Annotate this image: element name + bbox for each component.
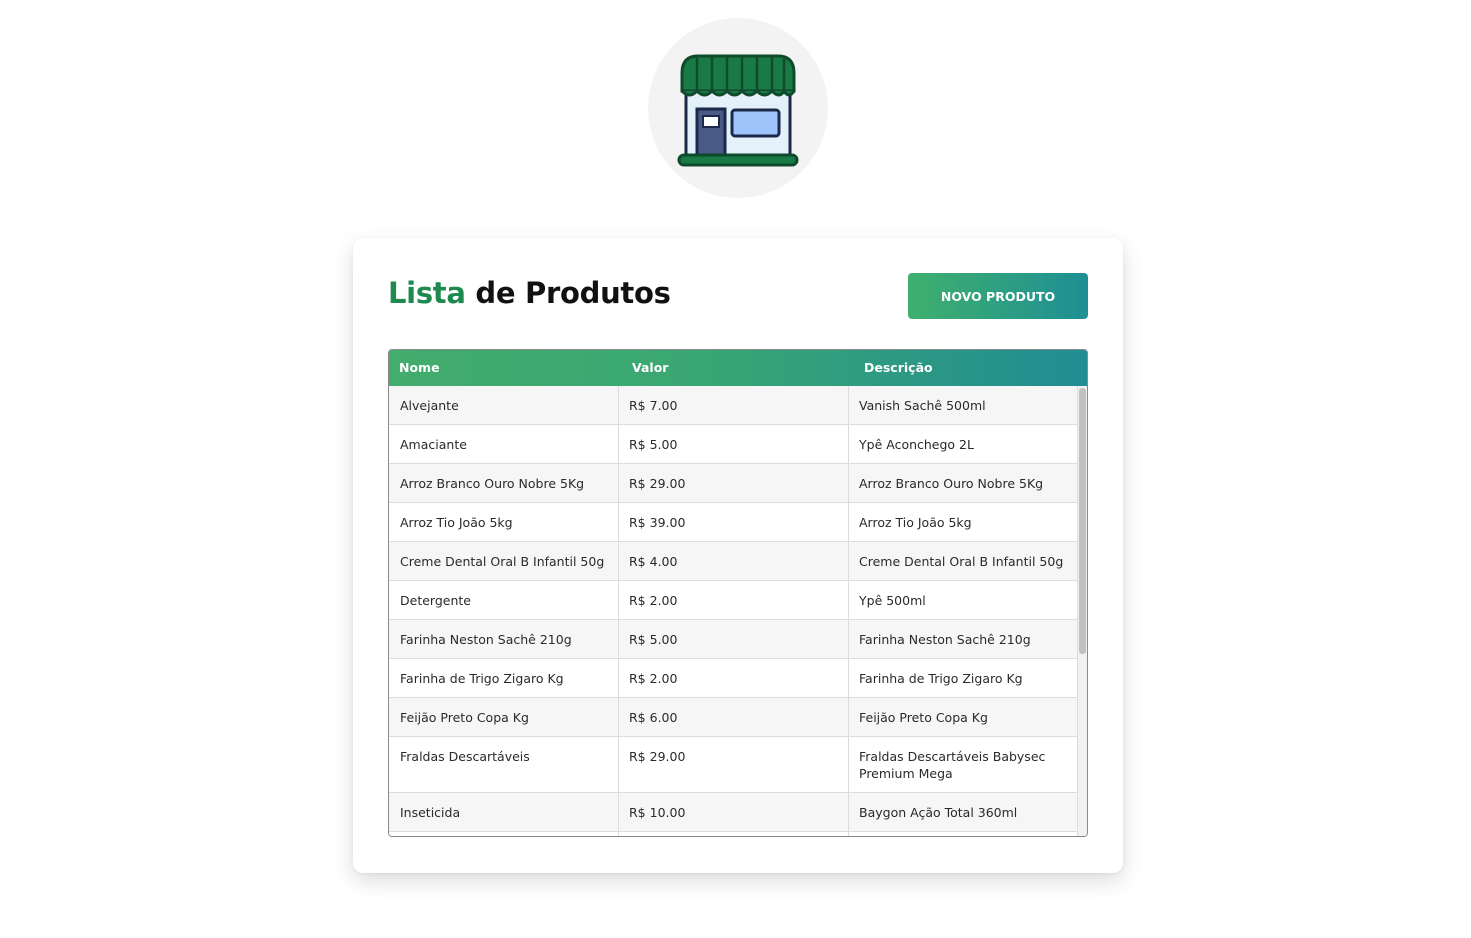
cell-nome: Feijão Preto Copa Kg <box>389 698 619 736</box>
cell-nome: Creme Dental Oral B Infantil 50g <box>389 542 619 580</box>
cell-nome <box>389 832 619 836</box>
store-logo <box>648 18 828 198</box>
table-row[interactable]: Arroz Branco Ouro Nobre 5Kg R$ 29.00 Arroz… <box>389 464 1078 503</box>
cell-descricao: Arroz Tio João 5kg <box>849 503 1078 541</box>
cell-descricao: Ypê 500ml <box>849 581 1078 619</box>
table-scrollbar[interactable] <box>1078 386 1087 836</box>
cell-valor: R$ 10.00 <box>619 793 849 831</box>
cell-valor: R$ 7.00 <box>619 386 849 424</box>
page-title-rest: de Produtos <box>475 276 671 310</box>
cell-descricao: Farinha de Trigo Zigaro Kg <box>849 659 1078 697</box>
cell-nome: Alvejante <box>389 386 619 424</box>
cell-nome: Arroz Branco Ouro Nobre 5Kg <box>389 464 619 502</box>
products-table: Nome Valor Descrição Alvejante R$ 7.00 Van… <box>388 349 1088 837</box>
cell-descricao: Baygon Ação Total 360ml <box>849 793 1078 831</box>
column-header-nome[interactable]: Nome <box>399 350 440 386</box>
cell-descricao <box>849 832 1078 836</box>
table-row[interactable]: Creme Dental Oral B Infantil 50g R$ 4.00 C… <box>389 542 1078 581</box>
cell-nome: Inseticida <box>389 793 619 831</box>
table-body[interactable]: Alvejante R$ 7.00 Vanish Sachê 500ml Amacia… <box>389 386 1078 836</box>
cell-descricao: Feijão Preto Copa Kg <box>849 698 1078 736</box>
table-row[interactable]: Inseticida R$ 10.00 Baygon Ação Total 360m… <box>389 793 1078 832</box>
product-list-card: Lista de Produtos NOVO PRODUTO Nome Valo… <box>353 238 1123 873</box>
cell-nome: Fraldas Descartáveis <box>389 737 619 792</box>
cell-nome: Arroz Tio João 5kg <box>389 503 619 541</box>
table-row[interactable]: Arroz Tio João 5kg R$ 39.00 Arroz Tio João… <box>389 503 1078 542</box>
scrollbar-thumb[interactable] <box>1079 388 1086 654</box>
cell-nome: Amaciante <box>389 425 619 463</box>
new-product-button[interactable]: NOVO PRODUTO <box>908 273 1088 319</box>
cell-valor: R$ 4.00 <box>619 542 849 580</box>
cell-valor: R$ 29.00 <box>619 737 849 792</box>
cell-valor: R$ 39.00 <box>619 503 849 541</box>
cell-nome: Farinha Neston Sachê 210g <box>389 620 619 658</box>
cell-descricao: Fraldas Descartáveis Babysec Premium Meg… <box>849 737 1078 792</box>
column-header-valor[interactable]: Valor <box>632 350 668 386</box>
table-header: Nome Valor Descrição <box>389 350 1087 386</box>
storefront-icon <box>677 54 799 167</box>
cell-descricao: Arroz Branco Ouro Nobre 5Kg <box>849 464 1078 502</box>
cell-valor: R$ 2.00 <box>619 659 849 697</box>
cell-valor: R$ 5.00 <box>619 620 849 658</box>
page-title: Lista de Produtos <box>388 276 671 310</box>
cell-valor: R$ 2.00 <box>619 581 849 619</box>
cell-valor <box>619 832 849 836</box>
table-row[interactable]: Fraldas Descartáveis R$ 29.00 Fraldas Desc… <box>389 737 1078 793</box>
cell-descricao: Vanish Sachê 500ml <box>849 386 1078 424</box>
cell-descricao: Creme Dental Oral B Infantil 50g <box>849 542 1078 580</box>
table-row[interactable]: Amaciante R$ 5.00 Ypê Aconchego 2L <box>389 425 1078 464</box>
table-row[interactable]: Farinha de Trigo Zigaro Kg R$ 2.00 Farinha… <box>389 659 1078 698</box>
table-row[interactable]: Farinha Neston Sachê 210g R$ 5.00 Farinha … <box>389 620 1078 659</box>
cell-nome: Detergente <box>389 581 619 619</box>
cell-descricao: Farinha Neston Sachê 210g <box>849 620 1078 658</box>
page-title-accent: Lista <box>388 276 466 310</box>
table-row[interactable]: Alvejante R$ 7.00 Vanish Sachê 500ml <box>389 386 1078 425</box>
table-row[interactable]: Detergente R$ 2.00 Ypê 500ml <box>389 581 1078 620</box>
table-row[interactable]: Feijão Preto Copa Kg R$ 6.00 Feijão Preto … <box>389 698 1078 737</box>
cell-descricao: Ypê Aconchego 2L <box>849 425 1078 463</box>
cell-valor: R$ 5.00 <box>619 425 849 463</box>
table-row[interactable] <box>389 832 1078 836</box>
cell-nome: Farinha de Trigo Zigaro Kg <box>389 659 619 697</box>
cell-valor: R$ 6.00 <box>619 698 849 736</box>
column-header-descricao[interactable]: Descrição <box>864 350 933 386</box>
cell-valor: R$ 29.00 <box>619 464 849 502</box>
